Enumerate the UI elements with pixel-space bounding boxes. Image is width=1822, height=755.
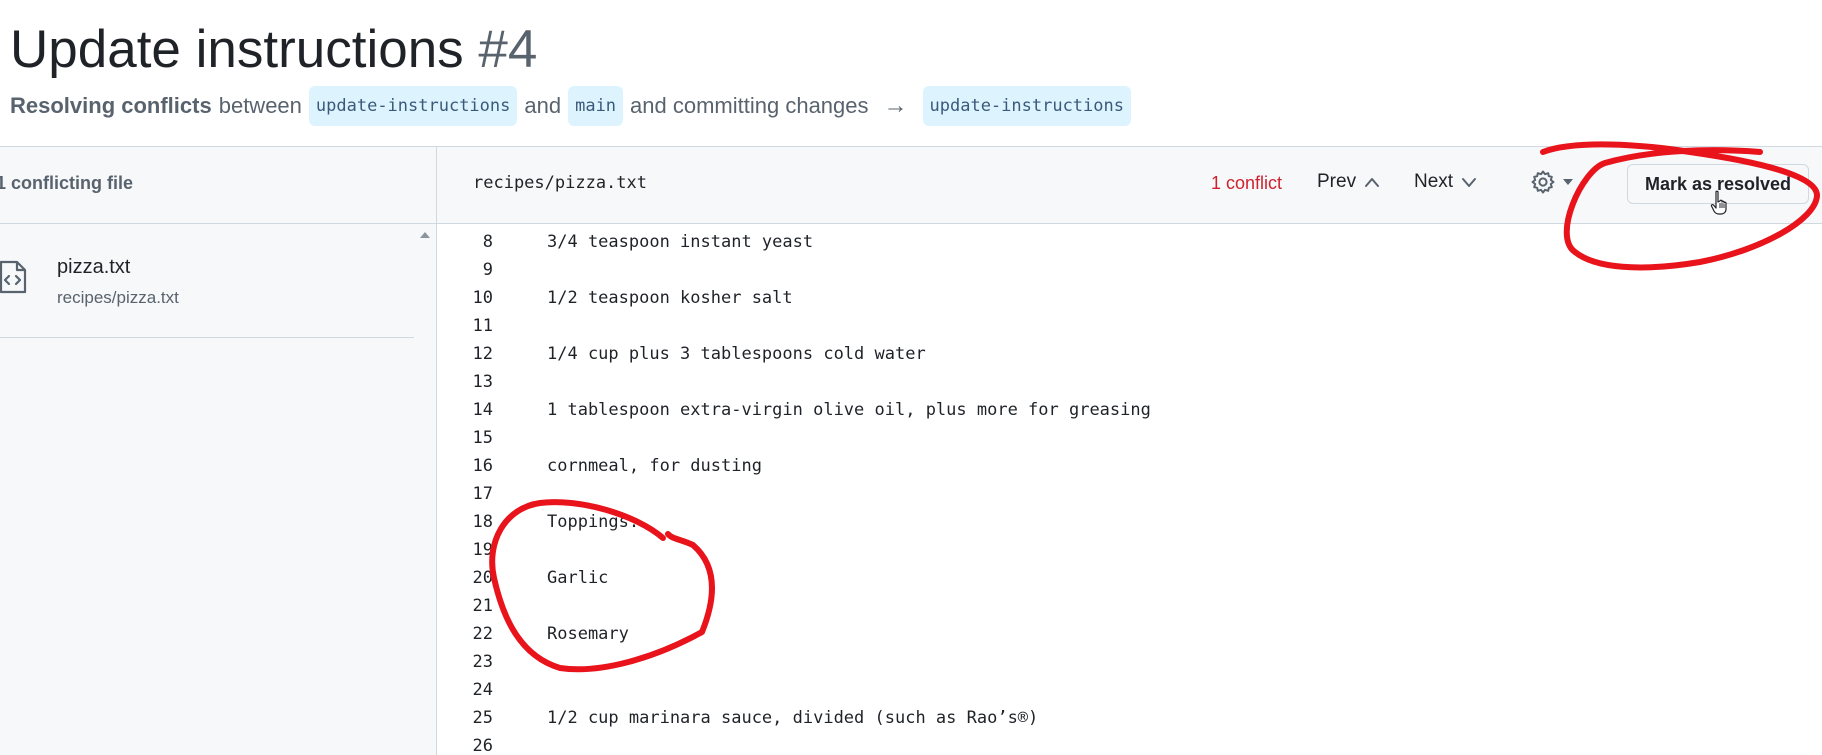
chevron-up-icon — [1365, 178, 1380, 187]
line-text: Rosemary — [547, 624, 629, 644]
line-text: cornmeal, for dusting — [547, 456, 762, 476]
gear-icon — [1531, 170, 1555, 194]
code-line[interactable]: 25 1/2 cup marinara sauce, divided (such … — [437, 704, 1822, 732]
code-line[interactable]: 26 — [437, 732, 1822, 755]
file-name: pizza.txt — [57, 256, 131, 278]
hand-pointer-cursor-icon — [1710, 190, 1727, 215]
pr-number: #4 — [478, 20, 538, 79]
code-line[interactable]: 17 — [437, 480, 1822, 508]
line-number: 11 — [472, 316, 493, 336]
prev-conflict-button[interactable]: Prev — [1317, 171, 1380, 193]
target-branch-label[interactable]: update-instructions — [922, 86, 1131, 126]
line-number: 23 — [472, 652, 493, 672]
line-number: 25 — [472, 708, 493, 728]
line-text: 1 tablespoon extra-virgin olive oil, plu… — [547, 400, 1151, 420]
subtitle-between: between — [218, 93, 302, 118]
line-text: 1/2 cup marinara sauce, divided (such as… — [547, 708, 1039, 728]
caret-down-icon — [1563, 179, 1573, 185]
line-number: 21 — [472, 596, 493, 616]
sidebar-header: 1 conflicting file — [0, 147, 436, 224]
line-text: 1/2 teaspoon kosher salt — [547, 288, 793, 308]
page-header: Update instructions #4 Resolving conflic… — [0, 0, 1822, 146]
code-line[interactable]: 8 3/4 teaspoon instant yeast — [437, 228, 1822, 256]
code-line[interactable]: 16 cornmeal, for dusting — [437, 452, 1822, 480]
code-line[interactable]: 21 — [437, 592, 1822, 620]
code-line[interactable]: 9 — [437, 256, 1822, 284]
next-conflict-button[interactable]: Next — [1414, 171, 1477, 193]
subtitle-and: and — [524, 93, 562, 118]
line-number: 20 — [472, 568, 493, 588]
line-number: 10 — [472, 288, 493, 308]
base-branch-label[interactable]: main — [568, 86, 624, 126]
code-line[interactable]: 18 Toppings: — [437, 508, 1822, 536]
sidebar-scrollbar[interactable] — [414, 224, 436, 755]
line-text: Toppings: — [547, 512, 640, 532]
line-number: 17 — [472, 484, 493, 504]
editor-settings-button[interactable] — [1530, 169, 1574, 195]
conflicting-file-count: 1 conflicting file — [0, 173, 134, 193]
prev-label: Prev — [1317, 171, 1357, 192]
line-text: Garlic — [547, 568, 609, 588]
file-header-bar: recipes/pizza.txt 1 conflict Prev Next M… — [437, 147, 1822, 224]
line-number: 24 — [472, 680, 493, 700]
line-number: 14 — [472, 400, 493, 420]
line-text: 1/4 cup plus 3 tablespoons cold water — [547, 344, 926, 364]
code-line[interactable]: 10 1/2 teaspoon kosher salt — [437, 284, 1822, 312]
code-line[interactable]: 20 Garlic — [437, 564, 1822, 592]
line-text: 3/4 teaspoon instant yeast — [547, 232, 814, 252]
file-path: recipes/pizza.txt — [57, 288, 179, 307]
sidebar-file-item[interactable]: pizza.txt recipes/pizza.txt — [0, 224, 414, 338]
conflict-count: 1 conflict — [1211, 173, 1283, 193]
subtitle-committing: and committing changes — [630, 93, 869, 118]
code-line[interactable]: 23 — [437, 648, 1822, 676]
code-editor[interactable]: 8 3/4 teaspoon instant yeast 9 10 1/2 teaspo… — [437, 224, 1822, 755]
code-line[interactable]: 14 1 tablespoon extra-virgin olive oil, p… — [437, 396, 1822, 424]
code-line[interactable]: 12 1/4 cup plus 3 tablespoons cold water — [437, 340, 1822, 368]
code-line[interactable]: 11 — [437, 312, 1822, 340]
code-line[interactable]: 22 Rosemary — [437, 620, 1822, 648]
line-number: 9 — [482, 260, 493, 280]
conflict-file-sidebar: 1 conflicting file pizza.txt recipes/piz… — [0, 147, 437, 755]
line-number: 12 — [472, 344, 493, 364]
line-number: 22 — [472, 624, 493, 644]
code-line[interactable]: 13 — [437, 368, 1822, 396]
head-branch-label[interactable]: update-instructions — [308, 86, 518, 126]
line-number: 16 — [472, 456, 493, 476]
code-line[interactable]: 19 — [437, 536, 1822, 564]
file-header-path: recipes/pizza.txt — [473, 173, 647, 193]
pr-title: Update instructions — [10, 20, 464, 79]
conflict-subtitle: Resolving conflicts between update-instr… — [10, 86, 1131, 126]
next-label: Next — [1414, 171, 1454, 192]
scroll-up-arrow-icon[interactable] — [420, 232, 430, 238]
code-line[interactable]: 24 — [437, 676, 1822, 704]
chevron-down-icon — [1462, 178, 1477, 187]
line-number: 8 — [482, 232, 493, 252]
arrow-right-icon: → — [883, 92, 908, 119]
page-title: Update instructions #4 — [10, 18, 537, 82]
file-code-icon — [0, 260, 27, 294]
line-number: 19 — [472, 540, 493, 560]
line-number: 15 — [472, 428, 493, 448]
code-line[interactable]: 15 — [437, 424, 1822, 452]
line-number: 18 — [472, 512, 493, 532]
subtitle-bold: Resolving conflicts — [10, 93, 212, 118]
line-number: 26 — [472, 736, 493, 755]
line-number: 13 — [472, 372, 493, 392]
